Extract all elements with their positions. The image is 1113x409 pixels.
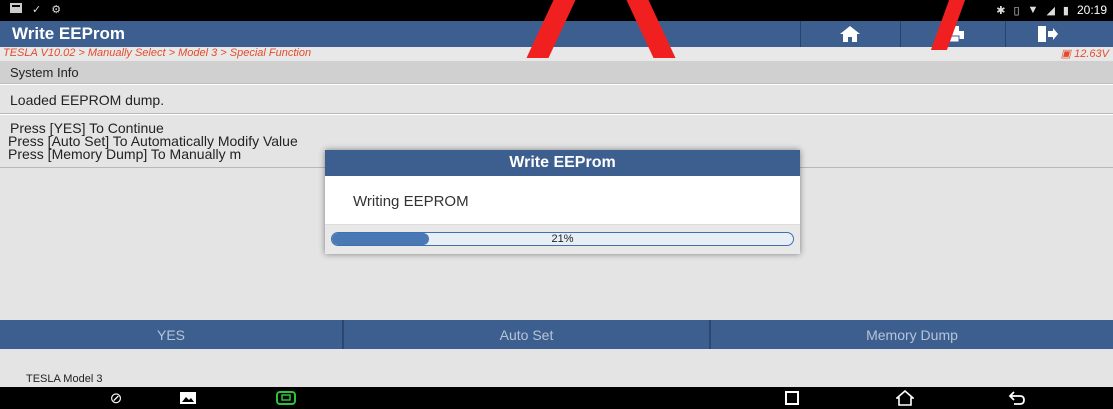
signal-icon: ◢ xyxy=(1046,4,1055,17)
auto-set-button[interactable]: Auto Set xyxy=(344,320,711,349)
write-eeprom-dialog: Write EEProm Writing EEPROM 21% xyxy=(325,150,800,254)
dialog-body: Writing EEPROM xyxy=(325,176,800,225)
divider xyxy=(900,21,901,47)
settings-icon: ⚙ xyxy=(51,4,62,16)
home-icon xyxy=(896,390,914,406)
battery-icon: ▮ xyxy=(1062,4,1069,17)
gallery-icon xyxy=(180,392,196,404)
exit-icon xyxy=(1038,26,1058,42)
browser-button[interactable]: ⊘ xyxy=(104,388,128,408)
car-battery-icon: ▣ xyxy=(1060,48,1075,60)
back-icon xyxy=(1008,391,1025,405)
browser-icon: ⊘ xyxy=(109,390,123,407)
notification-icon xyxy=(10,3,22,16)
vci-button[interactable] xyxy=(272,388,300,408)
dialog-footer: 21% xyxy=(325,225,800,254)
system-info-header: System Info xyxy=(0,61,1113,84)
android-home-button[interactable] xyxy=(893,388,917,408)
status-time: 20:19 xyxy=(1076,3,1107,17)
breadcrumb-path: TESLA V10.02 > Manually Select > Model 3… xyxy=(3,47,312,59)
home-button[interactable] xyxy=(815,22,885,46)
progress-bar: 21% xyxy=(331,232,794,246)
action-bar: YES Auto Set Memory Dump xyxy=(0,320,1113,349)
progress-label: 21% xyxy=(551,233,574,245)
divider xyxy=(1005,21,1006,47)
page-title: Write EEProm xyxy=(12,24,126,43)
exit-button[interactable] xyxy=(1013,22,1083,46)
wifi-icon: ▼ xyxy=(1027,4,1039,16)
recents-button[interactable] xyxy=(780,388,804,408)
voltage-value: 12.63V xyxy=(1074,48,1109,60)
memory-dump-button[interactable]: Memory Dump xyxy=(711,320,1113,349)
wifi-check-icon: ✓ xyxy=(32,4,42,16)
navigation-bar: ⊘ xyxy=(0,387,1113,409)
battery-voltage: ▣ 12.63V xyxy=(1061,47,1109,60)
divider xyxy=(800,21,801,47)
vehicle-label: TESLA Model 3 xyxy=(26,373,103,385)
loaded-message-row: Loaded EEPROM dump. xyxy=(0,85,1113,114)
back-button[interactable] xyxy=(1005,388,1029,408)
dialog-title: Write EEProm xyxy=(325,150,800,176)
loaded-message: Loaded EEPROM dump. xyxy=(10,92,165,108)
vibrate-icon: ▯ xyxy=(1013,4,1020,17)
dialog-message: Writing EEPROM xyxy=(353,193,469,210)
yes-button[interactable]: YES xyxy=(0,320,344,349)
bluetooth-icon: ✱ xyxy=(996,4,1006,17)
system-info-label: System Info xyxy=(10,65,79,80)
recents-icon xyxy=(785,391,799,405)
vci-icon xyxy=(276,391,296,405)
home-icon xyxy=(840,26,860,42)
footer: TESLA Model 3 xyxy=(0,349,1113,387)
gallery-button[interactable] xyxy=(176,388,200,408)
